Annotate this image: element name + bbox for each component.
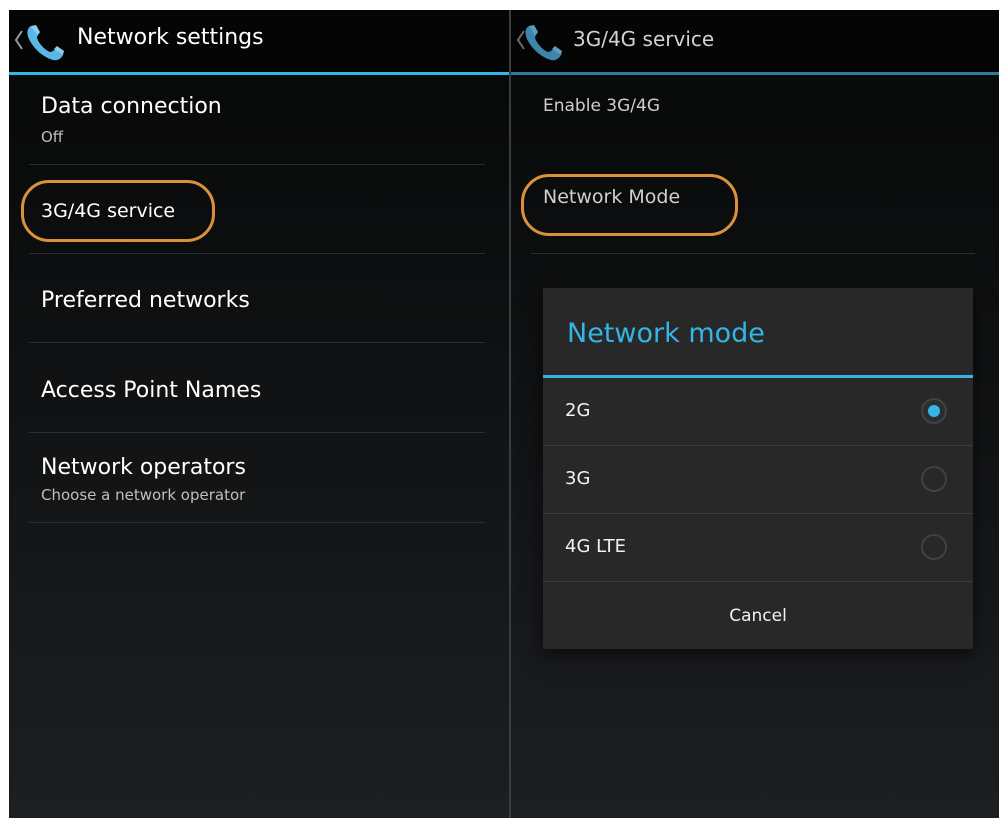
list-item-label: Access Point Names — [41, 378, 262, 403]
option-label: 3G — [565, 468, 591, 489]
network-settings-screen: Network settings Data connection Off 3G/… — [9, 10, 509, 818]
3g-4g-service-screen: 3G/4G service Enable 3G/4G Network Mode … — [511, 10, 999, 818]
option-3g[interactable]: 3G — [543, 446, 973, 513]
list-item-label: Enable 3G/4G — [543, 96, 661, 116]
action-bar[interactable]: Network settings — [9, 10, 509, 75]
option-label: 4G LTE — [565, 536, 627, 557]
action-bar-underline — [9, 72, 509, 75]
list-item-access-point-names[interactable]: Access Point Names — [29, 378, 485, 428]
list-item-label: Preferred networks — [41, 288, 250, 313]
list-item-3g-4g-service[interactable]: 3G/4G service — [29, 200, 485, 250]
list-item-label: Network operators — [41, 455, 246, 480]
list-item-summary: Choose a network operator — [41, 486, 246, 504]
list-item-summary: Off — [41, 128, 64, 146]
divider — [29, 342, 485, 343]
list-item-enable-3g-4g[interactable]: Enable 3G/4G — [531, 96, 975, 156]
action-bar-underline — [511, 72, 999, 75]
list-item-data-connection[interactable]: Data connection Off — [29, 94, 485, 164]
screen-title: Network settings — [77, 25, 264, 50]
list-item-network-mode[interactable]: Network Mode — [531, 186, 975, 236]
list-item-label: 3G/4G service — [41, 200, 176, 222]
network-mode-dialog: Network mode 2G 3G 4G LTE Cancel — [543, 288, 973, 649]
radio-selected-icon[interactable] — [921, 398, 947, 424]
dialog-title: Network mode — [567, 318, 765, 349]
phone-icon — [27, 25, 64, 61]
option-4g-lte[interactable]: 4G LTE — [543, 514, 973, 581]
radio-unselected-icon[interactable] — [921, 466, 947, 492]
list-item-label: Data connection — [41, 94, 222, 119]
radio-unselected-icon[interactable] — [921, 534, 947, 560]
divider — [29, 522, 485, 523]
list-item-label: Network Mode — [543, 186, 681, 208]
action-bar[interactable]: 3G/4G service — [511, 10, 999, 75]
divider — [531, 253, 975, 254]
divider — [29, 432, 485, 433]
cancel-button[interactable]: Cancel — [543, 583, 973, 649]
divider — [543, 581, 973, 582]
phone-icon — [525, 25, 562, 61]
screen-title: 3G/4G service — [573, 27, 715, 51]
divider — [29, 164, 485, 165]
list-item-network-operators[interactable]: Network operators Choose a network opera… — [29, 455, 485, 525]
list-item-preferred-networks[interactable]: Preferred networks — [29, 288, 485, 338]
option-2g[interactable]: 2G — [543, 378, 973, 445]
option-label: 2G — [565, 400, 591, 421]
divider — [29, 253, 485, 254]
